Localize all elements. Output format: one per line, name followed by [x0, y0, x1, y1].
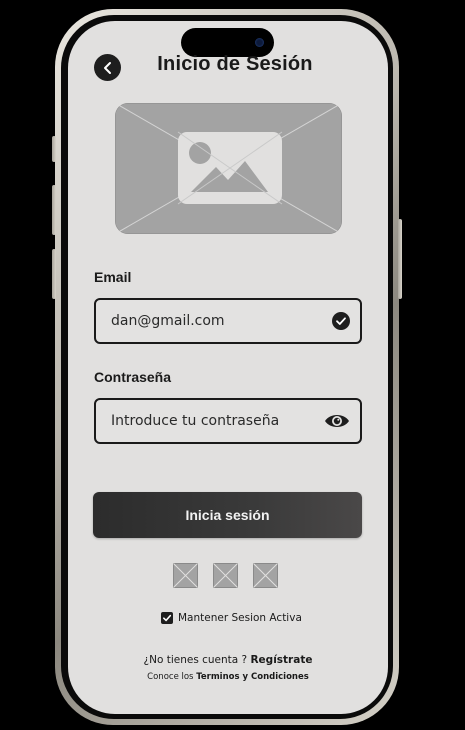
terms-line: Conoce los Terminos y Condiciones: [68, 672, 388, 682]
image-placeholder-icon: [115, 103, 342, 234]
signup-prompt: ¿No tienes cuenta ?: [143, 654, 251, 666]
social-login-placeholder-icon[interactable]: [253, 563, 278, 588]
remember-checkbox[interactable]: [161, 612, 173, 624]
password-field[interactable]: [111, 413, 324, 429]
password-field-box[interactable]: [94, 398, 362, 444]
remember-session-toggle[interactable]: Mantener Sesion Activa: [161, 612, 302, 624]
remember-label: Mantener Sesion Activa: [178, 612, 302, 624]
checkmark-icon: [163, 614, 172, 622]
volume-up-button: [52, 185, 56, 235]
social-login-row: [173, 563, 283, 588]
email-label: Email: [94, 269, 132, 285]
email-field-box[interactable]: [94, 298, 362, 344]
hero-image-placeholder: [115, 103, 342, 234]
camera-lens-icon: [255, 38, 264, 47]
check-circle-icon: [332, 312, 350, 330]
page-title: Inicio de Sesión: [157, 53, 313, 75]
signup-line: ¿No tienes cuenta ? Regístrate: [68, 654, 388, 666]
action-button: [52, 136, 56, 162]
social-login-placeholder-icon[interactable]: [173, 563, 198, 588]
terms-link[interactable]: Terminos y Condiciones: [196, 672, 309, 682]
signup-link[interactable]: Regístrate: [250, 654, 312, 666]
eye-icon[interactable]: [324, 412, 350, 430]
social-login-placeholder-icon[interactable]: [213, 563, 238, 588]
email-field[interactable]: [111, 313, 332, 329]
volume-down-button: [52, 249, 56, 299]
login-button[interactable]: Inicia sesión: [93, 492, 362, 538]
password-label: Contraseña: [94, 369, 172, 385]
power-button: [398, 219, 402, 299]
phone-screen: Inicio de Sesión Email Contra: [68, 21, 388, 714]
stage: Inicio de Sesión Email Contra: [0, 0, 465, 730]
terms-prompt: Conoce los: [147, 672, 197, 682]
